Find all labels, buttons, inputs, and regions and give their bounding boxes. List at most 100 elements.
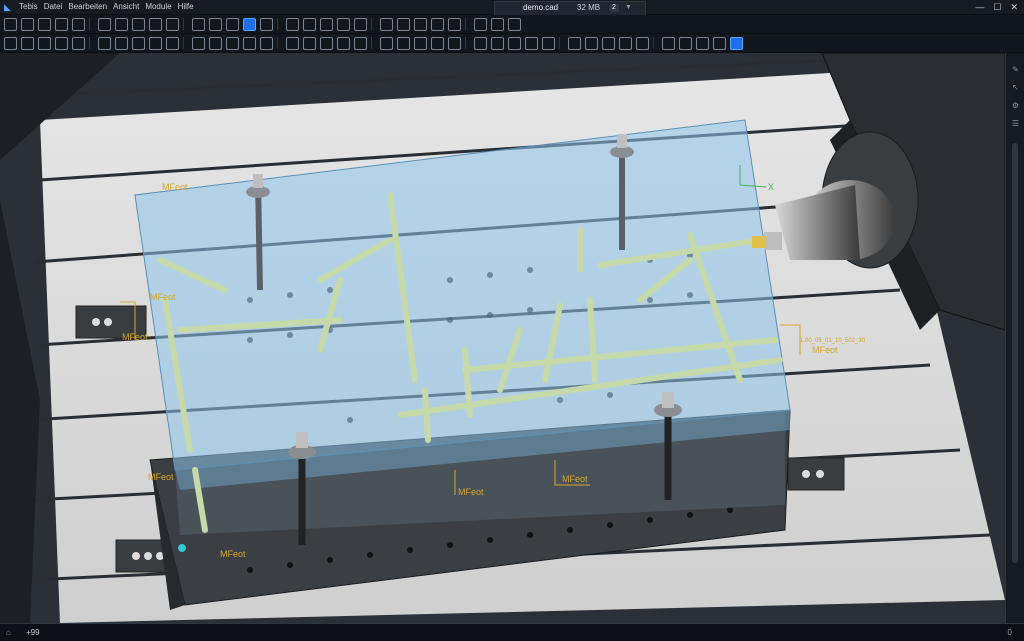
transform-icon[interactable] bbox=[115, 17, 128, 31]
cube-active-icon[interactable] bbox=[243, 17, 256, 31]
cube-select-icon[interactable] bbox=[508, 36, 521, 50]
menu-item-hilfe[interactable]: Hilfe bbox=[175, 0, 197, 14]
face-6-icon[interactable] bbox=[354, 36, 367, 50]
main-toolbar bbox=[0, 15, 1024, 34]
cad-scene[interactable]: MFeot MFeot MFeot MFeot MFeot MFeot MFeo… bbox=[0, 53, 1005, 623]
copy-icon[interactable] bbox=[286, 17, 299, 31]
axis-5-icon[interactable] bbox=[243, 36, 256, 50]
axis-2-icon[interactable] bbox=[192, 36, 205, 50]
solid-8-icon[interactable] bbox=[132, 36, 145, 50]
curve-9-icon[interactable] bbox=[713, 36, 726, 50]
view-icon[interactable] bbox=[149, 17, 162, 31]
axis-1-icon[interactable] bbox=[166, 36, 179, 50]
box-icon[interactable] bbox=[431, 17, 444, 31]
curve-7-icon[interactable] bbox=[679, 36, 692, 50]
cut-icon[interactable] bbox=[72, 17, 85, 31]
cube-wireframe-icon[interactable] bbox=[209, 17, 222, 31]
clamp-right bbox=[787, 457, 845, 491]
curve-4-icon[interactable] bbox=[619, 36, 632, 50]
wrench-icon[interactable] bbox=[448, 17, 461, 31]
face-8-icon[interactable] bbox=[397, 36, 410, 50]
lights-icon[interactable] bbox=[132, 17, 145, 31]
new-folder-icon[interactable] bbox=[21, 17, 34, 31]
analyze-icon[interactable] bbox=[192, 17, 205, 31]
bar-icon[interactable] bbox=[508, 17, 521, 31]
face-10-icon[interactable] bbox=[431, 36, 444, 50]
minimize-icon[interactable]: — bbox=[975, 0, 984, 14]
toolbar-separator bbox=[183, 37, 184, 49]
chevron-down-icon[interactable]: ▼ bbox=[625, 2, 632, 14]
print-icon[interactable] bbox=[55, 17, 68, 31]
hide-icon[interactable] bbox=[166, 17, 179, 31]
sidebar-scrollbar[interactable] bbox=[1012, 143, 1018, 563]
open-icon[interactable] bbox=[4, 17, 17, 31]
document-tab[interactable]: demo.cad 32 MB 2 ▼ bbox=[494, 1, 646, 15]
secondary-toolbar bbox=[0, 34, 1024, 53]
menu-item-datei[interactable]: Datei bbox=[41, 0, 66, 14]
fit-icon[interactable] bbox=[320, 17, 333, 31]
save-icon[interactable] bbox=[38, 17, 51, 31]
annotation-mfeot: MFeot bbox=[812, 345, 838, 355]
menu-item-ansicht[interactable]: Ansicht bbox=[110, 0, 142, 14]
measure-icon[interactable] bbox=[474, 17, 487, 31]
solid-7-icon[interactable] bbox=[115, 36, 128, 50]
solid-6-icon[interactable] bbox=[98, 36, 111, 50]
face-5-icon[interactable] bbox=[337, 36, 350, 50]
solid-5-icon[interactable] bbox=[72, 36, 85, 50]
axis-3-icon[interactable] bbox=[209, 36, 222, 50]
solid-3-icon[interactable] bbox=[38, 36, 51, 50]
curve-5-icon[interactable] bbox=[636, 36, 649, 50]
plane-icon[interactable] bbox=[414, 17, 427, 31]
close-icon[interactable]: ✕ bbox=[1010, 0, 1018, 14]
layers-icon[interactable] bbox=[260, 17, 273, 31]
rotate-view-icon[interactable] bbox=[354, 17, 367, 31]
text-abc-3-icon[interactable] bbox=[491, 36, 504, 50]
face-7-icon[interactable] bbox=[380, 36, 393, 50]
maximize-icon[interactable]: ☐ bbox=[993, 0, 1001, 14]
status-bar: ⌂ +99 0 bbox=[0, 623, 1024, 641]
face-4-icon[interactable] bbox=[320, 36, 333, 50]
toolbar-separator bbox=[465, 18, 466, 30]
point-icon[interactable] bbox=[525, 36, 538, 50]
annotation-mfeot: MFeot bbox=[150, 292, 176, 302]
menu-item-tebis[interactable]: Tebis bbox=[16, 0, 41, 14]
title-bar: ◣ Tebis Datei Bearbeiten Ansicht Module … bbox=[0, 0, 1024, 15]
surface-active-icon[interactable] bbox=[730, 36, 743, 50]
list-icon[interactable]: ☰ bbox=[1009, 117, 1022, 130]
pin-icon[interactable] bbox=[491, 17, 504, 31]
cursor-icon[interactable]: ↖ bbox=[1009, 81, 1022, 94]
axis-4-icon[interactable] bbox=[226, 36, 239, 50]
toolbar-separator bbox=[89, 18, 90, 30]
solid-2-icon[interactable] bbox=[21, 36, 34, 50]
status-count: 0 bbox=[1007, 628, 1012, 637]
solid-1-icon[interactable] bbox=[4, 36, 17, 50]
face-2-icon[interactable] bbox=[286, 36, 299, 50]
snap-icon[interactable] bbox=[397, 17, 410, 31]
face-3-icon[interactable] bbox=[303, 36, 316, 50]
gear-icon[interactable]: ⚙ bbox=[1009, 99, 1022, 112]
rotate-icon[interactable] bbox=[98, 17, 111, 31]
menu-item-module[interactable]: Module bbox=[142, 0, 174, 14]
zoom-icon[interactable] bbox=[303, 17, 316, 31]
solid-4-icon[interactable] bbox=[55, 36, 68, 50]
curve-3-icon[interactable] bbox=[602, 36, 615, 50]
3d-viewport[interactable]: MFeot MFeot MFeot MFeot MFeot MFeot MFeo… bbox=[0, 53, 1005, 623]
menu-item-bearbeiten[interactable]: Bearbeiten bbox=[65, 0, 110, 14]
face-1-icon[interactable] bbox=[260, 36, 273, 50]
curve-2-icon[interactable] bbox=[585, 36, 598, 50]
curve-1-icon[interactable] bbox=[568, 36, 581, 50]
face-9-icon[interactable] bbox=[414, 36, 427, 50]
solid-9-icon[interactable] bbox=[149, 36, 162, 50]
pencil-icon[interactable]: ✎ bbox=[1009, 63, 1022, 76]
axis-label-x: X bbox=[768, 182, 774, 192]
axis-check-icon[interactable] bbox=[542, 36, 555, 50]
grid-icon[interactable] bbox=[380, 17, 393, 31]
curve-6-icon[interactable] bbox=[662, 36, 675, 50]
right-sidebar: ✎ ↖ ⚙ ☰ bbox=[1005, 53, 1024, 623]
text-abc-1-icon[interactable] bbox=[448, 36, 461, 50]
home-icon[interactable]: ⌂ bbox=[6, 624, 11, 641]
text-abc-2-icon[interactable] bbox=[474, 36, 487, 50]
curve-8-icon[interactable] bbox=[696, 36, 709, 50]
cube-shaded-icon[interactable] bbox=[226, 17, 239, 31]
filter-icon[interactable] bbox=[337, 17, 350, 31]
